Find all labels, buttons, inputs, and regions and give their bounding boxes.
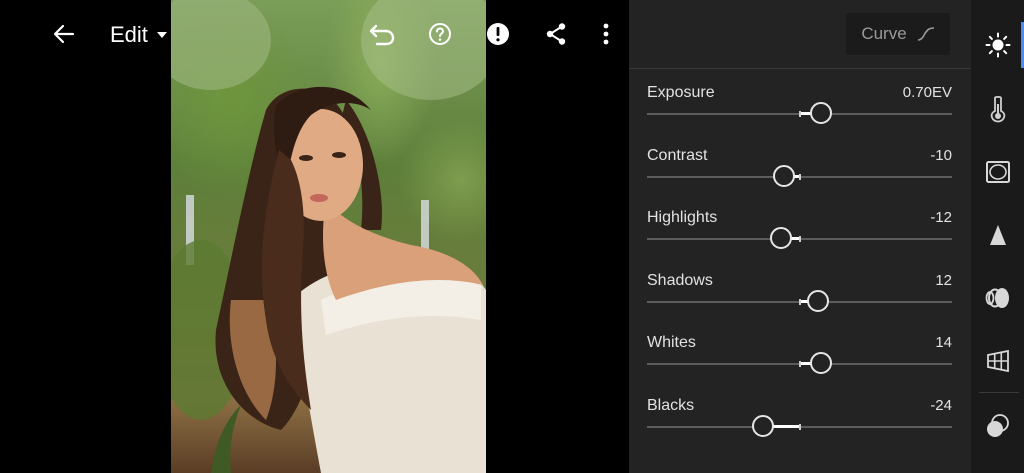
photo-canvas[interactable]: Edit (0, 0, 629, 473)
more-button[interactable] (586, 14, 626, 54)
share-icon (546, 23, 566, 45)
rail-masking-button[interactable] (971, 401, 1024, 451)
curve-button[interactable]: Curve (846, 13, 950, 55)
blacks-label: Blacks (647, 397, 695, 414)
slider-blacks[interactable]: Blacks -24 (647, 397, 952, 447)
whites-value[interactable]: 14 (935, 334, 952, 351)
tool-rail (971, 0, 1024, 473)
slider-whites[interactable]: Whites 14 (647, 334, 952, 384)
contrast-label: Contrast (647, 146, 708, 164)
top-toolbar: Edit (0, 0, 629, 68)
whites-center-mark (799, 361, 801, 368)
slider-contrast[interactable]: Contrast -10 (647, 147, 952, 197)
slider-shadows[interactable]: Shadows 12 (647, 272, 952, 322)
contrast-knob[interactable] (773, 164, 796, 187)
rail-color-button[interactable] (971, 84, 1024, 134)
contrast-center-mark (799, 173, 801, 180)
back-button[interactable] (44, 14, 84, 54)
shadows-label: Shadows (647, 271, 713, 289)
photo-preview[interactable] (171, 0, 486, 473)
highlights-value[interactable]: -12 (930, 209, 952, 226)
contrast-value[interactable]: -10 (930, 147, 952, 164)
geometry-icon (986, 349, 1009, 373)
whites-label: Whites (647, 334, 696, 352)
exposure-label: Exposure (647, 84, 715, 101)
exposure-value[interactable]: 0.70EV (903, 84, 952, 101)
color-temperature-icon (990, 95, 1005, 123)
rail-geometry-button[interactable] (971, 336, 1024, 386)
blacks-knob[interactable] (751, 415, 774, 437)
whites-knob[interactable] (809, 352, 832, 375)
alert-button[interactable] (478, 14, 518, 54)
optics-icon (985, 288, 1009, 308)
blacks-center-mark (799, 424, 801, 430)
detail-icon (989, 225, 1006, 245)
shadows-center-mark (799, 298, 801, 305)
rail-light-button[interactable] (971, 20, 1024, 70)
undo-button[interactable] (362, 14, 402, 54)
slider-highlights[interactable]: Highlights -12 (647, 209, 952, 259)
help-icon (429, 23, 451, 45)
highlights-center-mark (799, 236, 801, 243)
share-button[interactable] (536, 14, 576, 54)
exposure-center-mark (799, 111, 801, 117)
rail-optics-button[interactable] (971, 273, 1024, 323)
curve-label: Curve (861, 24, 907, 43)
alert-icon (487, 23, 509, 45)
masking-icon (986, 414, 1009, 437)
help-button[interactable] (420, 14, 460, 54)
rail-divider (979, 392, 1019, 393)
shadows-knob[interactable] (806, 289, 829, 312)
chevron-down-icon (156, 32, 167, 38)
rail-effects-button[interactable] (971, 147, 1024, 197)
back-arrow-icon (53, 24, 75, 44)
shadows-value[interactable]: 12 (935, 272, 952, 289)
rail-detail-button[interactable] (971, 210, 1024, 260)
exposure-knob[interactable] (809, 102, 832, 124)
panel-header: Curve (629, 0, 971, 69)
mode-label: Edit (110, 22, 148, 47)
highlights-label: Highlights (647, 209, 718, 227)
highlights-knob[interactable] (770, 227, 793, 250)
blacks-value[interactable]: -24 (930, 397, 952, 414)
more-vertical-icon (603, 23, 609, 45)
light-panel: Curve Exposure 0.70EV Contrast -10 Highlight… (629, 0, 971, 473)
portrait-photo (171, 0, 486, 473)
mode-dropdown[interactable]: Edit (110, 18, 168, 52)
light-icon (985, 32, 1010, 58)
effects-icon (985, 161, 1010, 183)
curve-icon (917, 27, 934, 41)
slider-exposure[interactable]: Exposure 0.70EV (647, 84, 952, 134)
undo-icon (369, 24, 395, 46)
